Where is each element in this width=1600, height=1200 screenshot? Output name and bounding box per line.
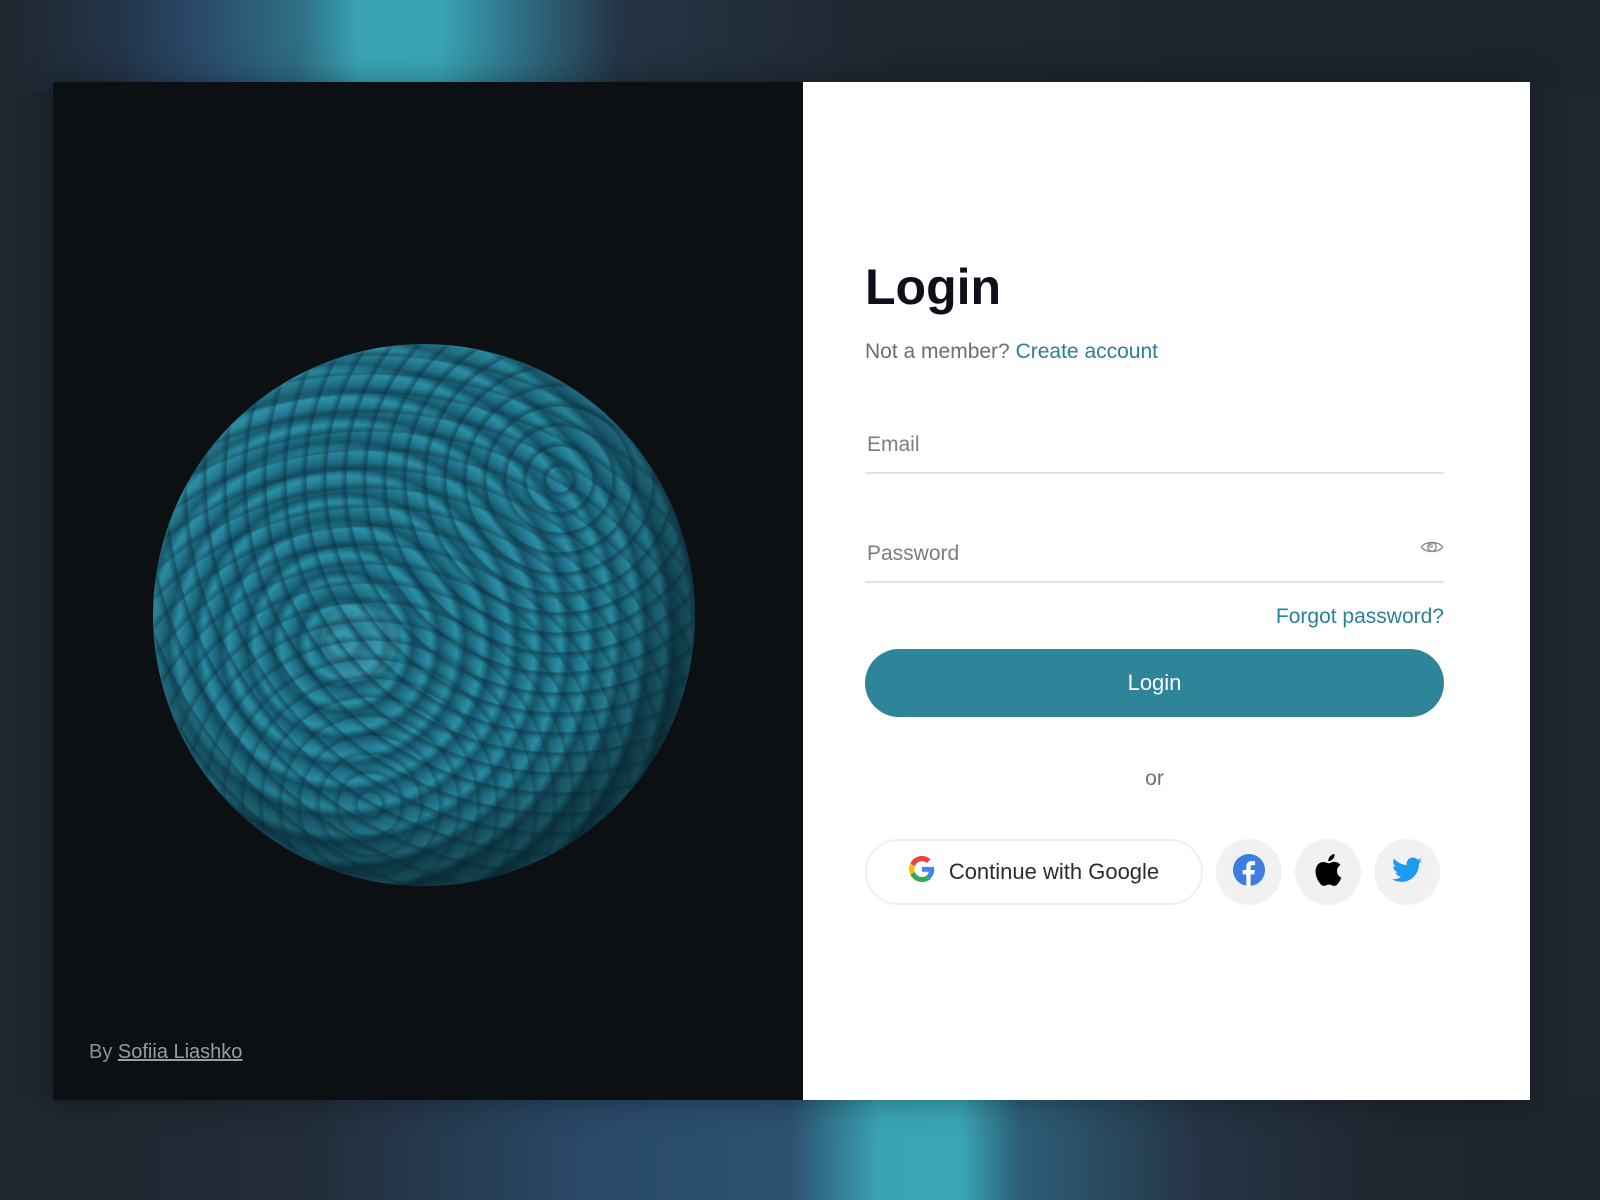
password-field[interactable]	[865, 541, 1409, 567]
facebook-login-button[interactable]	[1216, 839, 1282, 905]
continue-with-google-button[interactable]: Continue with Google	[865, 839, 1203, 905]
forgot-password-row: Forgot password?	[865, 605, 1444, 629]
login-form-panel: Login Not a member? Create account Email…	[803, 82, 1530, 1100]
forgot-password-link[interactable]: Forgot password?	[1276, 605, 1444, 628]
login-card: By Sofiia Liashko Login Not a member? Cr…	[53, 82, 1530, 1100]
create-account-link[interactable]: Create account	[1016, 340, 1158, 363]
email-field-wrapper	[865, 410, 1444, 474]
sphere-artwork	[153, 344, 695, 886]
background-glow-top	[0, 0, 1600, 90]
apple-icon	[1314, 853, 1342, 891]
login-form: Login Not a member? Create account Email…	[865, 262, 1444, 905]
signup-prompt-text: Not a member?	[865, 340, 1010, 363]
credit-author-link[interactable]: Sofiia Liashko	[118, 1041, 243, 1063]
email-field[interactable]	[865, 432, 1409, 458]
twitter-icon	[1392, 857, 1422, 888]
artwork-panel: By Sofiia Liashko	[53, 82, 803, 1100]
background-glow-bottom	[0, 1098, 1600, 1200]
password-field-wrapper	[865, 519, 1444, 583]
google-icon	[908, 856, 935, 888]
artwork-credit: By Sofiia Liashko	[89, 1041, 242, 1064]
page-title: Login	[865, 259, 1002, 315]
twitter-login-button[interactable]	[1374, 839, 1440, 905]
social-login-row: Continue with Google	[865, 839, 1444, 905]
facebook-icon	[1233, 853, 1265, 891]
login-button[interactable]: Login	[865, 649, 1444, 717]
signup-prompt: Not a member? Create account	[865, 340, 1444, 364]
apple-login-button[interactable]	[1295, 839, 1361, 905]
credit-prefix: By	[89, 1041, 113, 1063]
google-button-label: Continue with Google	[948, 859, 1160, 884]
eye-icon[interactable]	[1420, 535, 1444, 559]
or-divider: or	[1145, 767, 1164, 790]
